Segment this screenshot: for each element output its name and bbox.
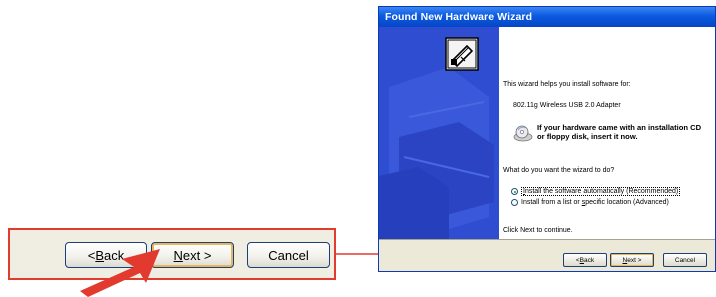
hardware-wizard-window: Found New Hardware Wizard This wizard he… — [378, 6, 716, 272]
cd-instruction-line2: or floppy disk, insert it now. — [537, 132, 638, 141]
continue-text: Click Next to continue. — [503, 227, 573, 234]
cd-icon — [513, 125, 533, 142]
cd-instruction: If your hardware came with an installati… — [537, 123, 701, 141]
side-panel-graphic — [379, 27, 499, 239]
radio-button-selected[interactable] — [511, 188, 518, 195]
wback-rest: ack — [584, 256, 595, 264]
option2-rest: pecific location (Advanced) — [585, 199, 669, 206]
callout-button-zoom: < Back Next > Cancel — [8, 228, 336, 280]
option1-rest: nstall the software automatically (Recom… — [524, 188, 679, 195]
radio-button-unselected[interactable] — [511, 199, 518, 206]
option2-pre: Install from a list or — [521, 199, 582, 206]
wizard-question: What do you want the wizard to do? — [503, 167, 615, 174]
back-button[interactable]: < Back — [563, 253, 607, 267]
radio-install-automatically[interactable]: Install the software automatically (Reco… — [511, 187, 681, 196]
device-name: 802.11g Wireless USB 2.0 Adapter — [513, 102, 621, 109]
cancel-button[interactable]: Cancel — [663, 253, 707, 267]
radio-label-automatic: Install the software automatically (Reco… — [521, 187, 681, 196]
hardware-icon — [445, 37, 479, 71]
wizard-button-bar: < Back Next > Cancel — [379, 240, 715, 271]
next-label-mnemonic: N — [173, 247, 183, 263]
window-title: Found New Hardware Wizard — [379, 7, 715, 27]
next-button[interactable]: Next > — [610, 253, 654, 267]
cancel-label: Cancel — [268, 247, 309, 263]
pointer-arrow-icon — [80, 249, 160, 297]
intro-text: This wizard helps you install software f… — [503, 81, 631, 88]
wizard-side-panel — [379, 27, 499, 239]
next-label-rest: ext > — [182, 247, 212, 263]
wcancel-label: Cancel — [674, 256, 696, 264]
wnext-rest: ext > — [627, 256, 642, 264]
cancel-button-zoom[interactable]: Cancel — [247, 242, 330, 268]
cd-instruction-line1: If your hardware came with an installati… — [537, 123, 702, 132]
radio-install-from-list[interactable]: Install from a list or specific location… — [511, 199, 669, 206]
radio-label-advanced: Install from a list or specific location… — [521, 199, 669, 206]
wizard-content: This wizard helps you install software f… — [499, 27, 715, 239]
